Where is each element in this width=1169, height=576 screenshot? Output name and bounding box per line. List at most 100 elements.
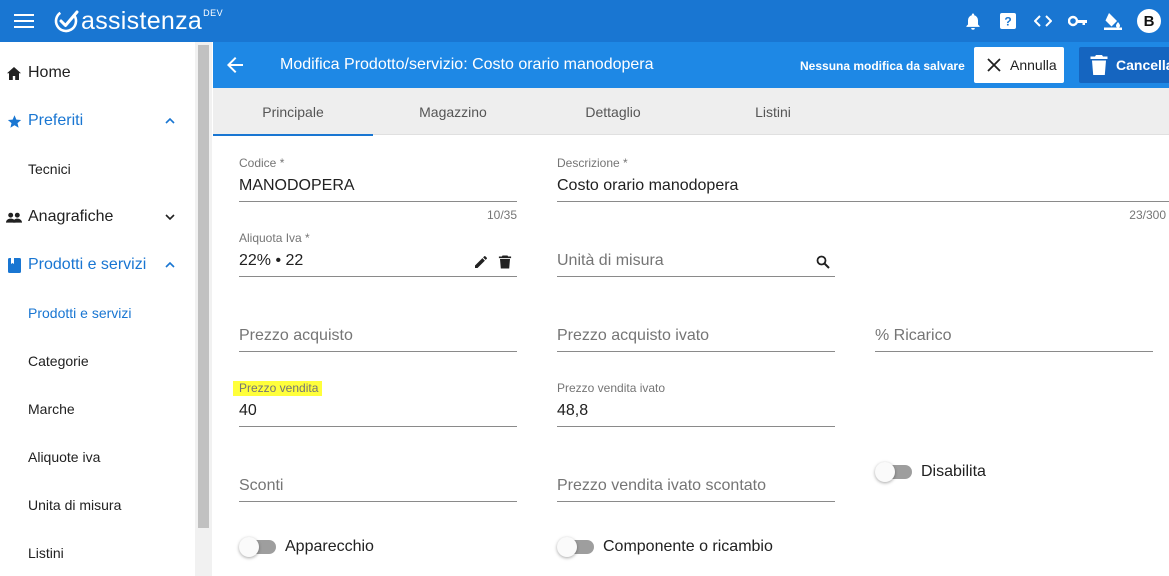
toggle-track <box>239 537 276 557</box>
app-bar: assistenza DEV ? B <box>0 0 1169 42</box>
prezzo-vendita-value: 40 <box>239 402 257 419</box>
aliquota-iva-field[interactable]: Aliquota Iva * 22% • 22 <box>239 227 517 277</box>
tab-listini[interactable]: Listini <box>693 88 853 135</box>
toggle-track <box>557 537 594 557</box>
unita-misura-placeholder: Unità di misura <box>557 252 664 269</box>
code-icon[interactable] <box>1032 11 1053 32</box>
trash-icon[interactable] <box>497 254 513 270</box>
cancel-button[interactable]: Annulla <box>974 47 1064 83</box>
apparecchio-toggle[interactable]: Apparecchio <box>239 537 374 557</box>
prezzo-vendita-ivato-value: 48,8 <box>557 402 589 419</box>
close-icon <box>987 58 1001 72</box>
notifications-icon[interactable] <box>962 11 983 32</box>
search-icon[interactable] <box>815 254 831 270</box>
toggle-knob <box>239 537 259 557</box>
sidebar-item-label: Prodotti e servizi <box>28 305 132 321</box>
sidebar-item-label: Aliquote iva <box>28 449 101 465</box>
sidebar-item-label: Unita di misura <box>28 497 122 513</box>
chevron-up-icon <box>165 117 175 124</box>
sidebar-item-marche[interactable]: Marche <box>0 385 195 433</box>
prezzo-vendita-ivato-label: Prezzo vendita ivato <box>557 381 666 395</box>
sidebar-item-label: Marche <box>28 401 75 417</box>
tab-magazzino[interactable]: Magazzino <box>373 88 533 135</box>
page-title: Modifica Prodotto/servizio: Costo orario… <box>280 56 654 73</box>
chevron-up-icon <box>165 261 175 268</box>
componente-ricambio-label: Componente o ricambio <box>603 538 773 555</box>
sidebar-item-categorie[interactable]: Categorie <box>0 337 195 385</box>
sidebar-item-home[interactable]: Home <box>0 49 195 97</box>
env-badge: DEV <box>203 8 224 18</box>
sidebar-item-unita-misura[interactable]: Unita di misura <box>0 481 195 529</box>
sidebar-item-label: Listini <box>28 545 64 561</box>
tab-principale[interactable]: Principale <box>213 88 373 136</box>
menu-icon[interactable] <box>12 9 36 33</box>
prezzo-vendita-field[interactable]: Prezzo vendita 40 <box>233 377 517 427</box>
prezzo-vendita-label: Prezzo vendita <box>233 381 323 396</box>
sidebar-item-label: Home <box>28 64 71 81</box>
ricarico-placeholder: % Ricarico <box>875 327 952 344</box>
sidebar-item-label: Preferiti <box>28 112 84 129</box>
delete-button[interactable]: Cancella <box>1079 47 1169 83</box>
page-header: Modifica Prodotto/servizio: Costo orario… <box>213 42 1169 88</box>
sidebar: Home Preferiti Tecnici Anagrafiche Prodo… <box>0 42 195 576</box>
sidebar-item-aliquote-iva[interactable]: Aliquote iva <box>0 433 195 481</box>
tab-dettaglio[interactable]: Dettaglio <box>533 88 693 135</box>
codice-counter: 10/35 <box>486 208 517 222</box>
app-name: assistenza <box>81 7 203 35</box>
delete-button-label: Cancella <box>1116 57 1169 73</box>
app-logo[interactable]: assistenza DEV <box>54 4 223 38</box>
help-icon[interactable]: ? <box>997 11 1018 32</box>
descrizione-field[interactable]: Descrizione * Costo orario manodopera <box>557 152 1169 202</box>
sidebar-item-label: Anagrafiche <box>28 208 114 225</box>
sidebar-scrollbar-thumb[interactable] <box>198 45 209 528</box>
toggle-knob <box>557 537 577 557</box>
toggle-track <box>875 462 912 482</box>
prezzo-acquisto-ivato-placeholder: Prezzo acquisto ivato <box>557 327 710 344</box>
apparecchio-label: Apparecchio <box>285 538 374 555</box>
sidebar-item-listini[interactable]: Listini <box>0 529 195 576</box>
cancel-button-label: Annulla <box>1010 57 1057 73</box>
people-icon <box>6 209 22 225</box>
codice-value: MANODOPERA <box>239 177 355 194</box>
prezzo-vendita-ivato-scontato-placeholder: Prezzo vendita ivato scontato <box>557 477 767 494</box>
sidebar-item-prodotti-servizi[interactable]: Prodotti e servizi <box>0 241 195 289</box>
sidebar-item-label: Tecnici <box>28 161 71 177</box>
disabilita-label: Disabilita <box>921 463 986 480</box>
toggle-knob <box>875 462 895 482</box>
paint-bucket-icon[interactable] <box>1102 11 1123 32</box>
ricarico-field[interactable]: % Ricarico <box>875 302 1153 352</box>
unita-misura-field[interactable]: Unità di misura <box>557 227 835 277</box>
prezzo-vendita-ivato-field[interactable]: Prezzo vendita ivato 48,8 <box>557 377 835 427</box>
back-arrow-icon[interactable] <box>223 53 247 77</box>
prezzo-vendita-ivato-scontato-field[interactable]: Prezzo vendita ivato scontato <box>557 452 835 502</box>
edit-icon[interactable] <box>473 254 489 270</box>
sidebar-item-tecnici[interactable]: Tecnici <box>0 145 195 193</box>
codice-field[interactable]: Codice * MANODOPERA <box>239 152 517 202</box>
home-icon <box>6 65 22 81</box>
descrizione-label: Descrizione * <box>557 156 628 170</box>
user-avatar[interactable]: B <box>1137 9 1161 33</box>
chevron-down-icon <box>165 214 175 221</box>
disabilita-toggle[interactable]: Disabilita <box>875 462 986 482</box>
prezzo-acquisto-field[interactable]: Prezzo acquisto <box>239 302 517 352</box>
aliquota-iva-label: Aliquota Iva * <box>239 231 310 245</box>
tab-bar: Principale Magazzino Dettaglio Listini <box>213 88 1169 136</box>
descrizione-value: Costo orario manodopera <box>557 177 739 194</box>
svg-text:?: ? <box>1004 15 1011 29</box>
sconti-field[interactable]: Sconti <box>239 452 517 502</box>
sconti-placeholder: Sconti <box>239 477 284 494</box>
save-status: Nessuna modifica da salvare <box>800 59 965 73</box>
star-icon <box>6 113 22 129</box>
aliquota-iva-value: 22% • 22 <box>239 252 304 269</box>
book-icon <box>6 257 22 273</box>
prezzo-acquisto-ivato-field[interactable]: Prezzo acquisto ivato <box>557 302 835 352</box>
logo-check-icon <box>54 9 79 33</box>
sidebar-item-prodotti-servizi-sub[interactable]: Prodotti e servizi <box>0 289 195 337</box>
prezzo-acquisto-placeholder: Prezzo acquisto <box>239 327 353 344</box>
key-icon[interactable] <box>1067 11 1088 32</box>
componente-ricambio-toggle[interactable]: Componente o ricambio <box>557 537 773 557</box>
sidebar-item-anagrafiche[interactable]: Anagrafiche <box>0 193 195 241</box>
trash-icon <box>1090 55 1108 75</box>
sidebar-item-preferiti[interactable]: Preferiti <box>0 97 195 145</box>
sidebar-item-label: Categorie <box>28 353 89 369</box>
